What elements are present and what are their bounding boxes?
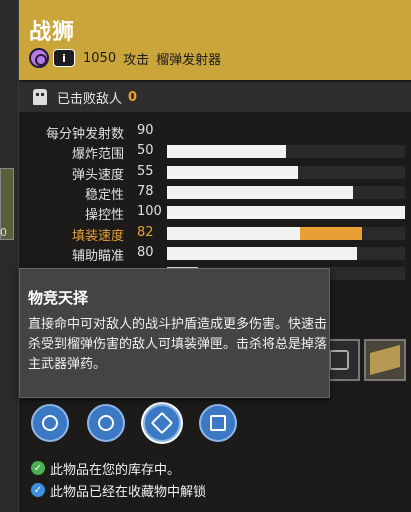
stat-value: 55 [137, 164, 154, 179]
stat-bar [167, 166, 405, 179]
special-ammo-icon: i [53, 49, 75, 67]
stat-row: 辅助瞄准 80 [19, 244, 411, 264]
stat-bar-fill [167, 166, 298, 179]
note-collections: ✓ 此物品已经在收藏物中解锁 [31, 480, 206, 500]
stat-bar [167, 145, 405, 158]
flame-burst-icon[interactable] [31, 404, 69, 442]
stat-value: 78 [137, 184, 154, 199]
weapon-type: 榴弹发射器 [156, 52, 222, 68]
note-inventory: ✓ 此物品在您的库存中。 [31, 458, 206, 478]
stat-label: 辅助瞄准 [71, 249, 124, 264]
stat-row: 弹头速度 55 [19, 163, 411, 183]
stat-row: 稳定性 78 [19, 183, 411, 203]
stat-bar [167, 206, 405, 219]
stat-label: 每分钟发射数 [45, 127, 124, 142]
weapon-name: 战狮 [29, 20, 76, 45]
stat-value: 50 [137, 143, 154, 158]
perk-tooltip-body: 直接命中可对敌人的战斗护盾造成更多伤害。快速击杀受到榴弹伤害的敌人可填装弹匣。击… [28, 317, 328, 372]
stat-row: 每分钟发射数 90 [19, 122, 411, 142]
stat-bar [167, 186, 405, 199]
weapon-ornament-icon[interactable] [364, 339, 406, 381]
stat-bar [167, 247, 405, 260]
weapon-header: 战狮 i 1050 攻击 榴弹发射器 [19, 0, 411, 80]
stat-bar-fill [167, 145, 286, 158]
note-inventory-text: 此物品在您的库存中。 [50, 462, 181, 478]
checkmark-icon: ✓ [31, 461, 45, 475]
stat-label: 弹头速度 [71, 168, 124, 183]
stat-label: 填装速度 [71, 229, 124, 244]
background-item-count: 0 [0, 226, 7, 239]
stat-value: 100 [137, 204, 162, 219]
crosshair-target-icon[interactable] [87, 404, 125, 442]
kill-tracker-label: 已击败敌人 [57, 91, 123, 107]
checkmark-icon: ✓ [31, 483, 45, 497]
stat-value: 82 [137, 225, 154, 240]
note-collections-text: 此物品已经在收藏物中解锁 [50, 484, 207, 500]
weapon-detail-panel: 战狮 i 1050 攻击 榴弹发射器 已击败敌人 0 每分钟发射数 90 爆炸范围 5… [18, 0, 411, 512]
stat-bar-fill [167, 206, 405, 219]
perk-tooltip-title: 物竞天择 [28, 289, 89, 307]
weapon-power: 1050 [83, 50, 117, 66]
stat-bar [167, 227, 405, 240]
ghost-icon [33, 89, 47, 105]
stat-label: 稳定性 [84, 188, 124, 203]
mag-flag-icon[interactable] [199, 404, 237, 442]
stat-bar-fill [167, 247, 358, 260]
kill-tracker: 已击败敌人 0 [19, 82, 411, 112]
stat-row: 填装速度 82 [19, 224, 411, 244]
stat-label: 爆炸范围 [71, 147, 124, 162]
kill-tracker-count: 0 [128, 89, 138, 105]
stat-label: 操控性 [84, 208, 124, 223]
stat-row: 操控性 100 [19, 203, 411, 223]
void-damage-icon [29, 48, 49, 68]
weapon-subheader: i 1050 攻击 榴弹发射器 [29, 47, 221, 69]
stat-bar-fill [167, 227, 301, 240]
perk-tooltip: 物竞天择 直接命中可对敌人的战斗护盾造成更多伤害。快速击杀受到榴弹伤害的敌人可填… [19, 268, 330, 398]
tiger-claw-icon[interactable] [143, 404, 181, 442]
stat-value: 80 [137, 245, 154, 260]
weapon-power-label: 攻击 [123, 52, 150, 68]
item-notes: ✓ 此物品在您的库存中。 ✓ 此物品已经在收藏物中解锁 [31, 458, 206, 502]
background-item-strip: 0 [0, 0, 18, 512]
trait-row [31, 404, 237, 442]
stat-bar-bonus [300, 227, 363, 240]
stat-value: 90 [137, 123, 154, 138]
stat-bar-fill [167, 186, 353, 199]
stat-row: 爆炸范围 50 [19, 142, 411, 162]
